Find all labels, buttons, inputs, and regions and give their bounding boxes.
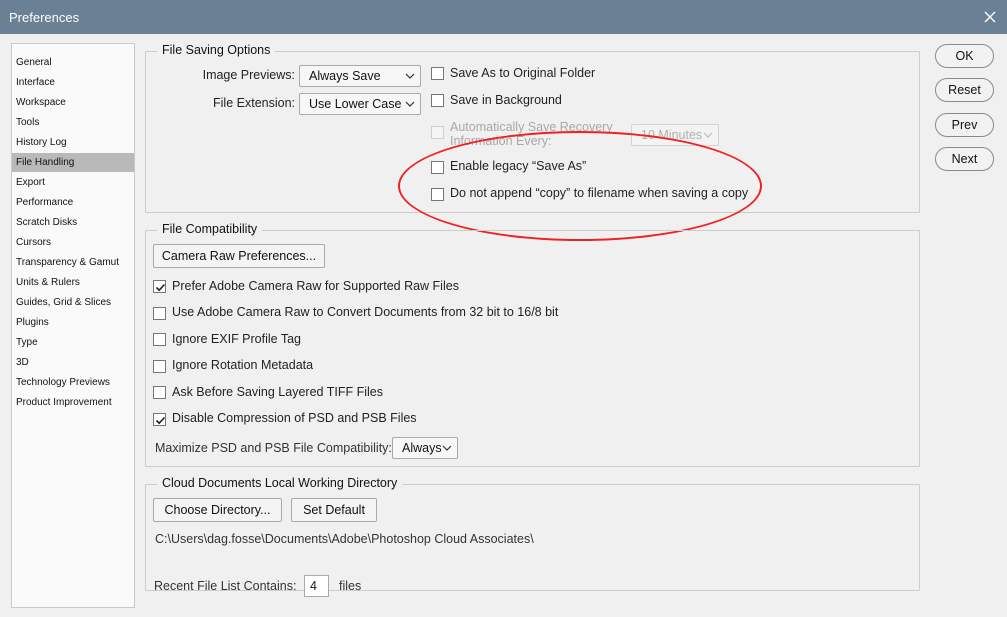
file-saving-legend: File Saving Options bbox=[157, 43, 276, 57]
save-in-background-label: Save in Background bbox=[450, 93, 562, 107]
chevron-down-icon bbox=[703, 132, 713, 138]
sidebar-item-tools[interactable]: Tools bbox=[12, 113, 134, 132]
sidebar-item-interface[interactable]: Interface bbox=[12, 73, 134, 92]
close-button[interactable] bbox=[973, 0, 1007, 34]
save-in-background-checkbox[interactable] bbox=[431, 94, 444, 107]
save-as-original-label: Save As to Original Folder bbox=[450, 66, 596, 80]
sidebar-item-general[interactable]: General bbox=[12, 53, 134, 72]
legacy-save-as-checkbox[interactable] bbox=[431, 161, 444, 174]
sidebar-item-scratch-disks[interactable]: Scratch Disks bbox=[12, 213, 134, 232]
file-compatibility-legend: File Compatibility bbox=[157, 222, 263, 236]
maximize-compat-label: Maximize PSD and PSB File Compatibility: bbox=[155, 441, 392, 455]
auto-save-recovery-checkbox[interactable] bbox=[431, 126, 444, 139]
prefer-camera-raw-checkbox[interactable] bbox=[153, 280, 166, 293]
file-extension-select[interactable]: Use Lower Case bbox=[299, 93, 421, 115]
checkmark-icon bbox=[155, 416, 166, 425]
recent-files-suffix: files bbox=[339, 579, 362, 593]
disable-compression-label: Disable Compression of PSD and PSB Files bbox=[172, 411, 417, 425]
ask-layered-tiff-label: Ask Before Saving Layered TIFF Files bbox=[172, 385, 383, 399]
choose-directory-button[interactable]: Choose Directory... bbox=[153, 498, 282, 522]
sidebar-item-product-improvement[interactable]: Product Improvement bbox=[12, 393, 134, 412]
no-copy-suffix-checkbox[interactable] bbox=[431, 188, 444, 201]
set-default-button[interactable]: Set Default bbox=[291, 498, 377, 522]
auto-save-interval-value: 10 Minutes bbox=[641, 128, 703, 142]
ignore-exif-checkbox[interactable] bbox=[153, 333, 166, 346]
prefer-camera-raw-label: Prefer Adobe Camera Raw for Supported Ra… bbox=[172, 279, 459, 293]
file-extension-label: File Extension: bbox=[213, 96, 295, 110]
no-copy-suffix-label: Do not append “copy” to filename when sa… bbox=[450, 186, 749, 200]
save-as-original-checkbox[interactable] bbox=[431, 67, 444, 80]
cloud-documents-legend: Cloud Documents Local Working Directory bbox=[157, 476, 403, 490]
window-title: Preferences bbox=[9, 10, 80, 25]
sidebar-item-cursors[interactable]: Cursors bbox=[12, 233, 134, 252]
legacy-save-as-label: Enable legacy “Save As” bbox=[450, 159, 587, 173]
sidebar-item-guides-grid-slices[interactable]: Guides, Grid & Slices bbox=[12, 293, 134, 312]
sidebar-item-technology-previews[interactable]: Technology Previews bbox=[12, 373, 134, 392]
ignore-rotation-label: Ignore Rotation Metadata bbox=[172, 358, 314, 372]
sidebar-item-3d[interactable]: 3D bbox=[12, 353, 134, 372]
chevron-down-icon bbox=[405, 73, 415, 79]
sidebar-item-units-rulers[interactable]: Units & Rulers bbox=[12, 273, 134, 292]
cloud-directory-path: C:\Users\dag.fosse\Documents\Adobe\Photo… bbox=[155, 532, 534, 546]
image-previews-value: Always Save bbox=[309, 69, 381, 83]
sidebar-item-export[interactable]: Export bbox=[12, 173, 134, 192]
use-camera-raw-convert-checkbox[interactable] bbox=[153, 307, 166, 320]
sidebar-item-type[interactable]: Type bbox=[12, 333, 134, 352]
sidebar-item-performance[interactable]: Performance bbox=[12, 193, 134, 212]
image-previews-label: Image Previews: bbox=[202, 68, 295, 82]
category-list: General Interface Workspace Tools Histor… bbox=[11, 43, 135, 608]
prev-button[interactable]: Prev bbox=[935, 113, 994, 137]
title-bar: Preferences bbox=[0, 0, 1007, 34]
sidebar-item-plugins[interactable]: Plugins bbox=[12, 313, 134, 332]
auto-save-interval-select[interactable]: 10 Minutes bbox=[631, 124, 719, 146]
maximize-compat-select[interactable]: Always bbox=[392, 437, 458, 459]
file-extension-value: Use Lower Case bbox=[309, 97, 402, 111]
auto-save-recovery-label-line1: Automatically Save Recovery bbox=[450, 120, 613, 134]
sidebar-item-transparency-gamut[interactable]: Transparency & Gamut bbox=[12, 253, 134, 272]
chevron-down-icon bbox=[405, 101, 415, 107]
image-previews-select[interactable]: Always Save bbox=[299, 65, 421, 87]
sidebar-item-history-log[interactable]: History Log bbox=[12, 133, 134, 152]
reset-button[interactable]: Reset bbox=[935, 78, 994, 102]
disable-compression-checkbox[interactable] bbox=[153, 413, 166, 426]
camera-raw-preferences-button[interactable]: Camera Raw Preferences... bbox=[153, 244, 325, 268]
ignore-exif-label: Ignore EXIF Profile Tag bbox=[172, 332, 302, 346]
ok-button[interactable]: OK bbox=[935, 44, 994, 68]
recent-files-label: Recent File List Contains: bbox=[154, 579, 297, 593]
dialog-content: General Interface Workspace Tools Histor… bbox=[0, 34, 1007, 617]
use-camera-raw-convert-label: Use Adobe Camera Raw to Convert Document… bbox=[172, 305, 559, 319]
close-icon bbox=[984, 11, 996, 23]
ignore-rotation-checkbox[interactable] bbox=[153, 360, 166, 373]
next-button[interactable]: Next bbox=[935, 147, 994, 171]
sidebar-item-workspace[interactable]: Workspace bbox=[12, 93, 134, 112]
maximize-compat-value: Always bbox=[402, 441, 442, 455]
recent-files-count-input[interactable]: 4 bbox=[304, 575, 329, 597]
checkmark-icon bbox=[155, 283, 166, 292]
ask-layered-tiff-checkbox[interactable] bbox=[153, 386, 166, 399]
chevron-down-icon bbox=[442, 445, 452, 451]
sidebar-item-file-handling[interactable]: File Handling bbox=[12, 153, 134, 172]
auto-save-recovery-label-line2: Information Every: bbox=[450, 134, 552, 148]
